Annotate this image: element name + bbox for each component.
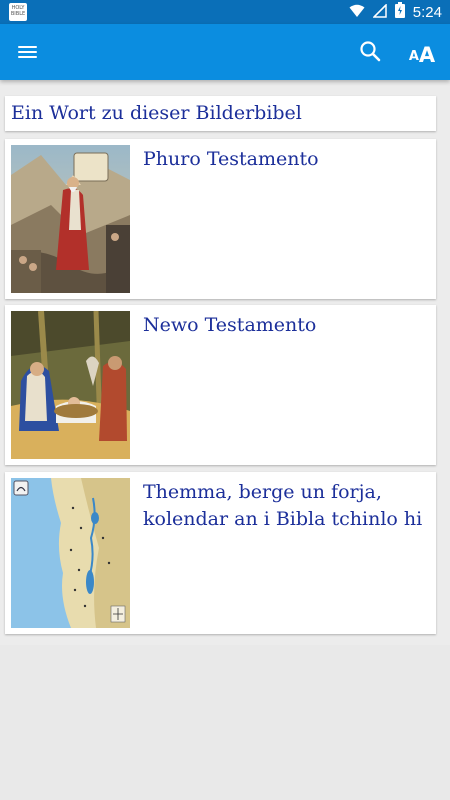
topics-card[interactable]: Themma, berge un forja, kolendar an i Bi… [5,472,436,634]
new-testament-title: Newo Testamento [143,314,317,336]
menu-icon-line [18,51,37,53]
signal-icon [371,2,387,22]
menu-icon [18,46,37,48]
map-image [11,478,130,628]
old-testament-card[interactable]: Phuro Testamento [5,139,436,299]
status-icons: 5:24 [349,0,442,24]
clock: 5:24 [412,3,442,21]
font-size-button[interactable]: A A [403,36,441,68]
old-testament-title: Phuro Testamento [143,148,319,170]
moses-tablets-image [11,145,130,293]
font-size-icon-small: A [408,49,419,64]
wifi-icon [349,3,365,22]
new-testament-card[interactable]: Newo Testamento [5,305,436,465]
intro-title: Ein Wort zu dieser Bilderbibel [11,102,302,124]
status-bar: HOLY BIBLE 5:24 [0,0,450,24]
topics-title: Themma, berge un forja, kolendar an i Bi… [143,481,423,530]
search-button[interactable] [355,36,387,68]
app-bar: A A [0,24,450,80]
search-icon [360,41,381,62]
app-notification-icon: HOLY BIBLE [9,3,27,21]
menu-icon-line [18,56,37,58]
menu-button[interactable] [12,36,44,68]
font-size-icon-large: A [418,43,436,67]
intro-card[interactable]: Ein Wort zu dieser Bilderbibel [5,96,436,131]
empty-area [0,645,450,800]
nativity-image [11,311,130,459]
battery-icon [394,2,405,22]
